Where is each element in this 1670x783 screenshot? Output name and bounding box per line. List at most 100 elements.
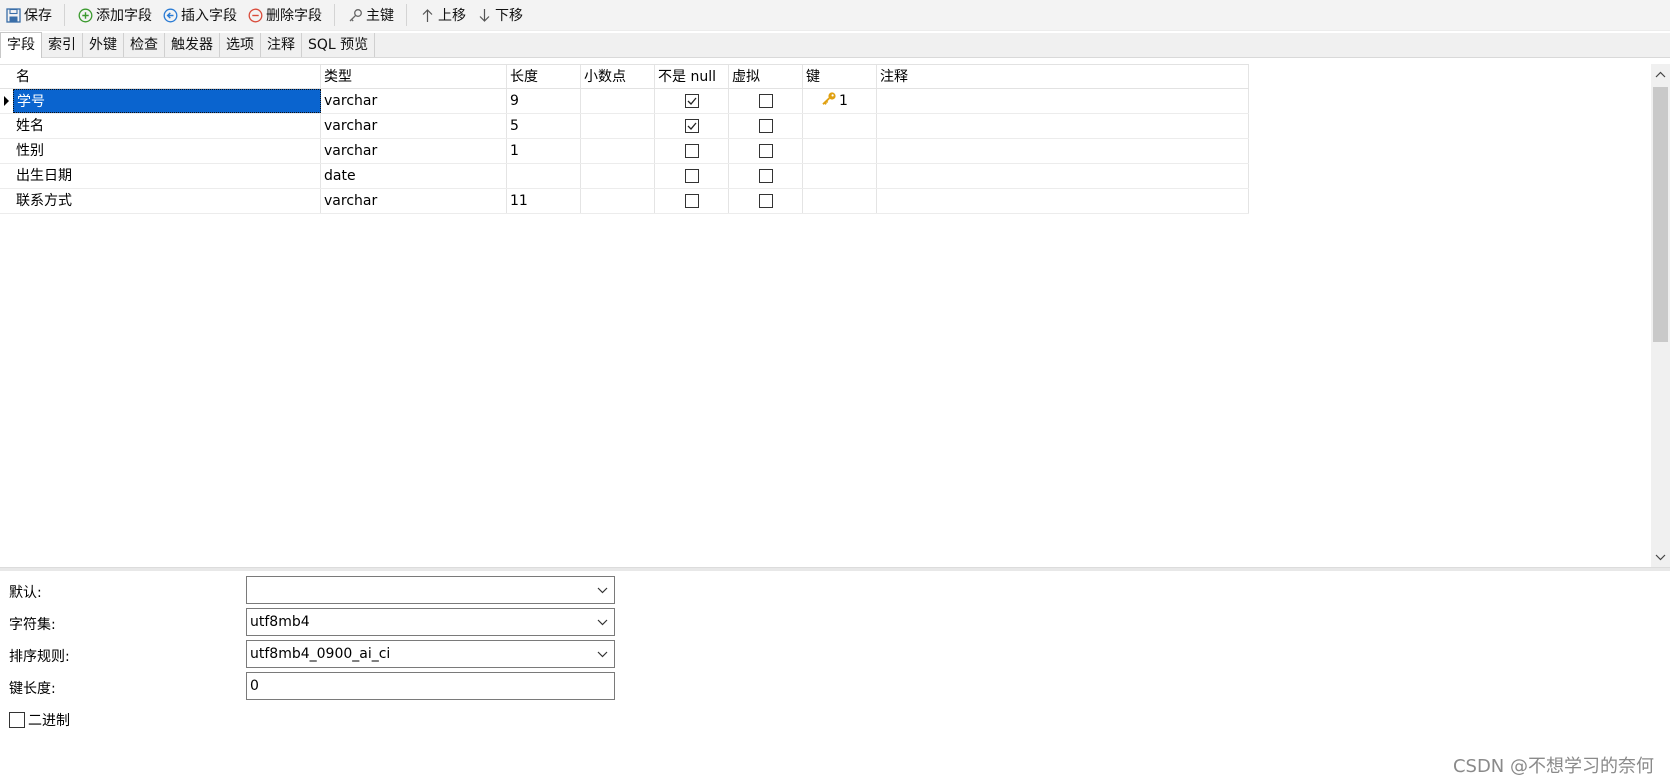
column-header-key[interactable]: 键 bbox=[803, 65, 877, 88]
field-name-cell[interactable]: 出生日期 bbox=[13, 164, 321, 188]
panel-splitter[interactable] bbox=[0, 567, 1670, 571]
field-length-cell[interactable]: 1 bbox=[507, 139, 581, 163]
field-decimals-cell[interactable] bbox=[581, 139, 655, 163]
field-decimals-cell[interactable] bbox=[581, 189, 655, 213]
charset-label: 字符集: bbox=[9, 617, 56, 633]
insert-field-button[interactable]: 插入字段 bbox=[157, 3, 242, 27]
tab-bar: 字段 索引 外键 检查 触发器 选项 注释 SQL 预览 bbox=[0, 32, 1670, 58]
field-type-cell[interactable]: date bbox=[321, 164, 507, 188]
field-comment-cell[interactable] bbox=[877, 89, 1249, 113]
column-header-not-null[interactable]: 不是 null bbox=[655, 65, 729, 88]
field-name-cell[interactable]: 姓名 bbox=[13, 114, 321, 138]
scroll-up-icon[interactable] bbox=[1651, 64, 1670, 84]
field-decimals-cell[interactable] bbox=[581, 164, 655, 188]
arrow-up-icon bbox=[419, 7, 435, 23]
field-comment-cell[interactable] bbox=[877, 189, 1249, 213]
field-length-cell[interactable]: 5 bbox=[507, 114, 581, 138]
not-null-checkbox[interactable] bbox=[684, 169, 699, 183]
default-label: 默认: bbox=[9, 585, 42, 601]
field-length-cell[interactable]: 11 bbox=[507, 189, 581, 213]
delete-field-button[interactable]: 删除字段 bbox=[242, 3, 327, 27]
column-header-comment[interactable]: 注释 bbox=[877, 65, 1249, 88]
chevron-down-icon[interactable] bbox=[597, 609, 608, 635]
field-decimals-cell[interactable] bbox=[581, 114, 655, 138]
field-type-cell[interactable]: varchar bbox=[321, 89, 507, 113]
field-length-cell[interactable] bbox=[507, 164, 581, 188]
virtual-checkbox[interactable] bbox=[758, 94, 773, 108]
binary-option[interactable]: 二进制 bbox=[9, 710, 70, 730]
scrollbar-thumb[interactable] bbox=[1653, 87, 1668, 342]
not-null-cell bbox=[655, 89, 729, 113]
save-icon bbox=[5, 7, 21, 23]
current-row-indicator-icon bbox=[0, 89, 13, 113]
column-header-decimals[interactable]: 小数点 bbox=[581, 65, 655, 88]
key-cell[interactable] bbox=[803, 139, 877, 163]
tab-sql-preview[interactable]: SQL 预览 bbox=[302, 33, 376, 57]
field-comment-cell[interactable] bbox=[877, 114, 1249, 138]
save-button[interactable]: 保存 bbox=[0, 3, 57, 27]
chevron-down-icon[interactable] bbox=[597, 577, 608, 603]
scroll-down-icon[interactable] bbox=[1651, 547, 1670, 567]
tab-triggers[interactable]: 触发器 bbox=[165, 33, 220, 57]
column-header-name[interactable]: 名 bbox=[13, 65, 321, 88]
not-null-cell bbox=[655, 114, 729, 138]
column-header-length[interactable]: 长度 bbox=[507, 65, 581, 88]
key-cell[interactable] bbox=[803, 164, 877, 188]
field-name-cell[interactable]: 联系方式 bbox=[13, 189, 321, 213]
field-type-cell[interactable]: varchar bbox=[321, 139, 507, 163]
insert-arrow-icon bbox=[162, 7, 178, 23]
table-row[interactable]: 性别 varchar 1 bbox=[0, 139, 1249, 164]
vertical-scrollbar[interactable] bbox=[1651, 64, 1670, 567]
virtual-checkbox[interactable] bbox=[758, 194, 773, 208]
tab-options[interactable]: 选项 bbox=[220, 33, 261, 57]
primary-key-icon bbox=[821, 89, 837, 113]
not-null-checkbox[interactable] bbox=[684, 144, 699, 158]
add-field-button[interactable]: 添加字段 bbox=[72, 3, 157, 27]
field-comment-cell[interactable] bbox=[877, 164, 1249, 188]
grid-header: 名 类型 长度 小数点 不是 null 虚拟 键 注释 bbox=[0, 64, 1249, 89]
binary-checkbox[interactable] bbox=[9, 712, 25, 728]
move-down-button[interactable]: 下移 bbox=[471, 3, 528, 27]
primary-key-button[interactable]: 主键 bbox=[342, 3, 399, 27]
not-null-checkbox[interactable] bbox=[684, 194, 699, 208]
field-type-cell[interactable]: varchar bbox=[321, 189, 507, 213]
field-comment-cell[interactable] bbox=[877, 139, 1249, 163]
field-name-cell[interactable]: 性别 bbox=[13, 139, 321, 163]
field-length-cell[interactable]: 9 bbox=[507, 89, 581, 113]
field-name-cell[interactable]: 学号 bbox=[13, 89, 321, 113]
move-up-button[interactable]: 上移 bbox=[414, 3, 471, 27]
fields-grid: 名 类型 长度 小数点 不是 null 虚拟 键 注释 学号 varchar 9… bbox=[0, 64, 1249, 214]
virtual-checkbox[interactable] bbox=[758, 169, 773, 183]
table-row[interactable]: 姓名 varchar 5 bbox=[0, 114, 1249, 139]
delete-field-label: 删除字段 bbox=[266, 8, 322, 24]
key-cell[interactable] bbox=[803, 189, 877, 213]
virtual-checkbox[interactable] bbox=[758, 144, 773, 158]
tab-fields[interactable]: 字段 bbox=[0, 32, 42, 58]
collation-value: utf8mb4_0900_ai_ci bbox=[250, 646, 391, 662]
table-row[interactable]: 联系方式 varchar 11 bbox=[0, 189, 1249, 214]
key-order: 1 bbox=[839, 93, 848, 109]
tab-indexes[interactable]: 索引 bbox=[42, 33, 83, 57]
key-cell[interactable] bbox=[803, 114, 877, 138]
field-type-cell[interactable]: varchar bbox=[321, 114, 507, 138]
column-header-type[interactable]: 类型 bbox=[321, 65, 507, 88]
table-row[interactable]: 出生日期 date bbox=[0, 164, 1249, 189]
field-decimals-cell[interactable] bbox=[581, 89, 655, 113]
add-field-label: 添加字段 bbox=[96, 8, 152, 24]
not-null-checkbox[interactable] bbox=[684, 94, 699, 108]
tab-checks[interactable]: 检查 bbox=[124, 33, 165, 57]
default-combobox[interactable] bbox=[246, 576, 615, 604]
not-null-checkbox[interactable] bbox=[684, 119, 699, 133]
tab-foreign-keys[interactable]: 外键 bbox=[83, 33, 124, 57]
collation-select[interactable]: utf8mb4_0900_ai_ci bbox=[246, 640, 615, 668]
column-header-virtual[interactable]: 虚拟 bbox=[729, 65, 803, 88]
charset-select[interactable]: utf8mb4 bbox=[246, 608, 615, 636]
key-length-input[interactable]: 0 bbox=[246, 672, 615, 700]
table-row[interactable]: 学号 varchar 9 1 bbox=[0, 89, 1249, 114]
chevron-down-icon[interactable] bbox=[597, 641, 608, 667]
minus-circle-icon bbox=[247, 7, 263, 23]
virtual-checkbox[interactable] bbox=[758, 119, 773, 133]
tab-comment[interactable]: 注释 bbox=[261, 33, 302, 57]
key-cell[interactable]: 1 bbox=[803, 89, 877, 113]
virtual-cell bbox=[729, 164, 803, 188]
